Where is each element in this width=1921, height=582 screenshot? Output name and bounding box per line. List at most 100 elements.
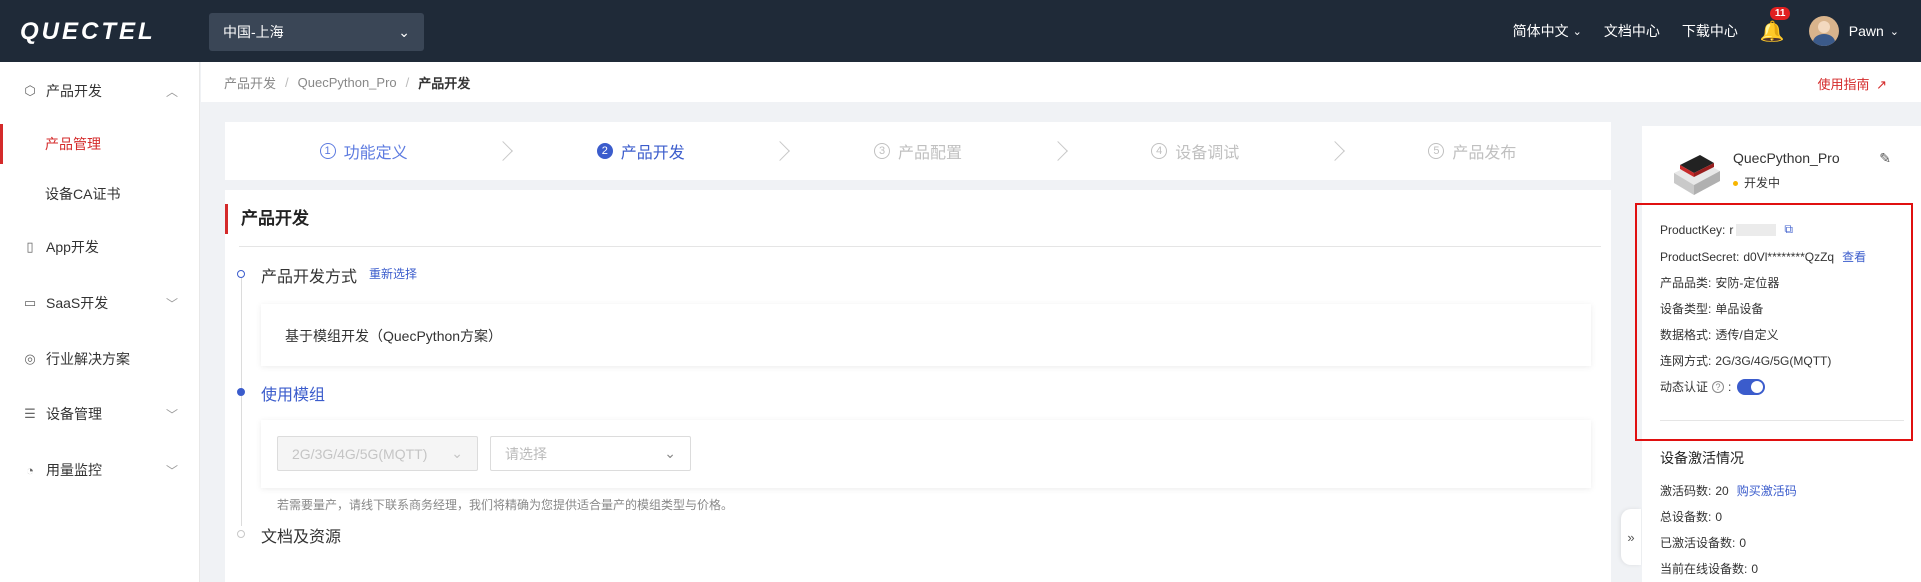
usage-guide-link[interactable]: 使用指南 ↗ (1817, 74, 1887, 93)
progress-steps: 1 功能定义 2 产品开发 3 产品配置 4 设备调试 5 产品发布 (225, 122, 1611, 180)
notification-bell-icon[interactable]: 🔔 11 (1760, 6, 1791, 44)
external-link-icon: ↗ (1876, 77, 1887, 92)
module-select[interactable]: 请选择 ⌄ (490, 436, 691, 471)
dynamic-auth-label: 动态认证 (1660, 380, 1709, 394)
activation-codes-row: 激活码数: 20 购买激活码 (1660, 482, 1797, 499)
step-label: 产品开发 (620, 145, 685, 162)
sidebar-item-label: 设备管理 (46, 406, 102, 422)
language-selector[interactable]: 简体中文 ⌄ (1513, 21, 1582, 41)
dynamic-auth-toggle[interactable] (1737, 378, 1766, 395)
online-devices-label: 当前在线设备数: (1660, 562, 1748, 576)
category-value: 安防-定位器 (1715, 276, 1780, 290)
product-key-value: r (1729, 222, 1734, 237)
activated-devices-label: 已激活设备数: (1660, 536, 1736, 550)
breadcrumb-item[interactable]: QuecPython_Pro (298, 75, 397, 90)
colon: : (1728, 379, 1732, 394)
divider (239, 246, 1601, 247)
highlight-box (1635, 203, 1913, 441)
breadcrumb-separator: / (285, 74, 289, 90)
sidebar-item-label: 用量监控 (46, 462, 102, 478)
device-type-label: 设备类型: (1660, 302, 1712, 316)
sidebar-item-product-management[interactable]: 产品管理 (0, 124, 200, 164)
sidebar-item-product-dev[interactable]: ⬡ 产品开发 ︿ (0, 71, 200, 111)
sidebar-item-app-dev[interactable]: ▯ App开发 (0, 227, 200, 267)
copy-icon[interactable]: ⧉ (1784, 222, 1793, 237)
region-selector[interactable]: 中国-上海 ⌄ (209, 13, 424, 51)
breadcrumb-item[interactable]: 产品开发 (224, 73, 276, 92)
chevron-down-icon: ⌄ (451, 445, 463, 461)
step-product-config[interactable]: 3 产品配置 (779, 139, 1068, 163)
product-secret-value: d0Vl********QzZq (1743, 249, 1835, 264)
language-label: 简体中文 (1512, 23, 1569, 39)
user-avatar[interactable] (1808, 16, 1839, 46)
masked-value (1736, 223, 1777, 236)
chevron-down-icon: ⌄ (1889, 25, 1899, 38)
product-info-panel: QuecPython_Pro ✎ 开发中 ProductKey: r ⧉ Pro… (1635, 126, 1921, 582)
divider (1660, 420, 1904, 421)
step-device-debug[interactable]: 4 设备调试 (1057, 139, 1345, 163)
sidebar-item-device-management[interactable]: ☰ 设备管理 ﹀ (0, 394, 200, 434)
view-secret-link[interactable]: 查看 (1842, 248, 1866, 265)
chevron-down-icon: ⌄ (398, 23, 410, 40)
chevron-down-icon: ﹀ (165, 463, 178, 478)
total-devices-row: 总设备数: 0 (1660, 508, 1722, 525)
edit-icon[interactable]: ✎ (1879, 150, 1891, 167)
product-key-row: ProductKey: r ⧉ (1660, 222, 1793, 237)
step-number: 5 (1428, 143, 1445, 159)
chevron-up-icon: ︿ (165, 84, 178, 99)
status-dot-icon (1733, 181, 1738, 187)
mass-production-hint: 若需要量产，请线下联系商务经理，我们将精确为您提供适合量产的模组类型与价格。 (277, 498, 734, 512)
globe-icon: ◎ (24, 351, 36, 366)
sidebar-item-industry-solutions[interactable]: ◎ 行业解决方案 (0, 339, 200, 379)
product-key-label: ProductKey: (1660, 222, 1726, 237)
sidebar-item-label: SaaS开发 (46, 295, 109, 311)
step-product-development[interactable]: 2 产品开发 (502, 139, 791, 163)
breadcrumb-separator: / (405, 74, 410, 90)
phone-icon: ▯ (26, 239, 34, 254)
sidebar-item-usage-monitor[interactable]: ◔ 用量监控 ﹀ (0, 450, 200, 490)
step-number: 1 (319, 143, 336, 159)
activation-title: 设备激活情况 (1660, 450, 1744, 466)
data-format-value: 透传/自定义 (1715, 328, 1779, 342)
top-navigation-bar: QUECTEL 中国-上海 ⌄ 简体中文 ⌄ 文档中心 下载中心 🔔 11 Pa… (0, 0, 1921, 62)
product-secret-row: ProductSecret: d0Vl********QzZq 查看 (1660, 248, 1866, 265)
dev-method-card: 基于模组开发（QuecPython方案） (261, 304, 1591, 366)
device-type-row: 设备类型: 单品设备 (1660, 300, 1763, 317)
chevron-down-icon: ﹀ (165, 296, 178, 311)
usage-guide-label: 使用指南 (1817, 77, 1870, 92)
step-product-release[interactable]: 5 产品发布 (1334, 139, 1611, 163)
reselect-link[interactable]: 重新选择 (369, 265, 417, 282)
product-secret-label: ProductSecret: (1660, 249, 1740, 264)
help-icon[interactable]: ? (1712, 380, 1725, 393)
online-devices-row: 当前在线设备数: 0 (1660, 560, 1758, 577)
quectel-logo[interactable]: QUECTEL (20, 18, 156, 46)
downloads-center-link[interactable]: 下载中心 (1682, 21, 1738, 41)
sidebar-item-label: App开发 (46, 239, 99, 255)
user-menu[interactable]: Pawn ⌄ (1849, 23, 1899, 39)
step-label: 产品配置 (898, 145, 963, 162)
chevron-down-icon: ﹀ (165, 407, 178, 422)
chevron-down-icon: ⌄ (664, 445, 676, 461)
breadcrumb-current: 产品开发 (418, 75, 471, 91)
sidebar-item-device-ca-cert[interactable]: 设备CA证书 (0, 174, 200, 214)
dev-method-value: 基于模组开发（QuecPython方案） (285, 328, 503, 344)
category-label: 产品品类: (1660, 276, 1712, 290)
product-name: QuecPython_Pro (1733, 150, 1840, 166)
activated-devices-value: 0 (1739, 535, 1747, 550)
network-select-value: 2G/3G/4G/5G(MQTT) (292, 445, 428, 462)
step-number: 3 (874, 143, 890, 159)
product-dev-panel: 产品开发 产品开发方式 重新选择 基于模组开发（QuecPython方案） 使用… (225, 190, 1611, 582)
device-type-value: 单品设备 (1715, 302, 1764, 316)
collapse-panel-button[interactable]: » (1621, 509, 1641, 565)
sidebar-item-saas-dev[interactable]: ▭ SaaS开发 ﹀ (0, 283, 200, 323)
activation-codes-value: 20 (1715, 483, 1729, 498)
chevron-down-icon: ⌄ (1572, 25, 1582, 38)
step-feature-definition[interactable]: 1 功能定义 (225, 139, 514, 163)
module-select-card: 2G/3G/4G/5G(MQTT) ⌄ 请选择 ⌄ (261, 420, 1591, 488)
notification-count-badge: 11 (1769, 6, 1791, 20)
activation-codes-label: 激活码数: (1660, 484, 1712, 498)
docs-center-link[interactable]: 文档中心 (1604, 21, 1660, 41)
buy-activation-code-link[interactable]: 购买激活码 (1737, 482, 1797, 499)
status-label: 开发中 (1744, 176, 1781, 190)
monitor-icon: ▭ (23, 295, 37, 310)
